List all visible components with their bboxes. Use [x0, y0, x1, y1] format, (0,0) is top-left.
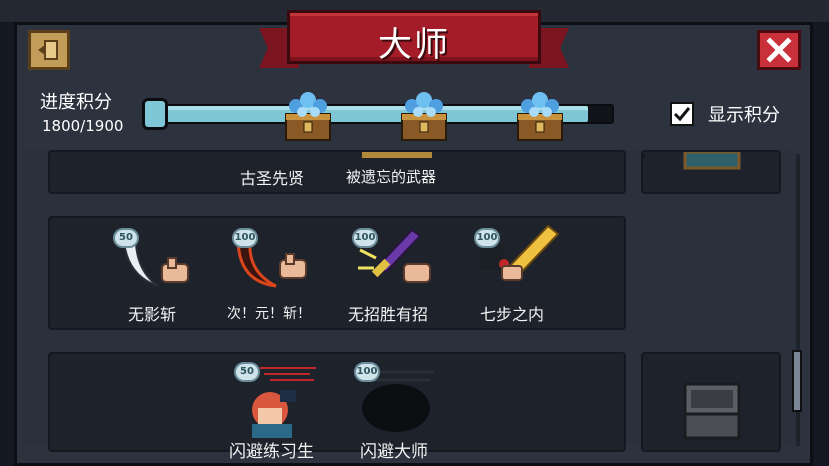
achievement-name: 闪避练习生 — [229, 442, 314, 462]
points-badge: 50 — [234, 362, 260, 382]
close-button[interactable] — [757, 30, 801, 70]
points-badge: 100 — [232, 228, 258, 248]
ribbon-body: 大师 — [287, 10, 541, 65]
exit-button[interactable] — [28, 30, 70, 70]
points-badge: 50 — [113, 228, 139, 248]
achievement-name: 无影斩 — [128, 305, 177, 324]
page-title: 大师 — [378, 25, 450, 65]
locked-chest-icon[interactable] — [683, 380, 743, 440]
gem-chest-icon[interactable] — [398, 86, 450, 144]
progress-label: 进度积分 — [40, 92, 112, 113]
achievement-name: 次！元！斩！ — [227, 306, 311, 322]
background-right-edge — [813, 22, 829, 466]
achievement-row — [48, 150, 626, 194]
show-points-label[interactable]: 显示积分 — [708, 101, 780, 127]
points-badge: 100 — [352, 228, 378, 248]
achievement-name: 闪避大师 — [360, 442, 428, 462]
points-badge: 100 — [354, 362, 380, 382]
achievement-name: 古圣先贤 — [240, 169, 305, 188]
progress-value: 1800/1900 — [42, 117, 124, 135]
row-reward-box — [641, 150, 781, 194]
background-left-edge — [0, 22, 14, 466]
achievement-row — [48, 352, 626, 452]
show-points-checkbox[interactable] — [670, 102, 694, 126]
row-reward-box — [641, 352, 781, 452]
title-ribbon: 大师 — [259, 10, 569, 68]
exit-door-icon — [38, 40, 58, 60]
placeholder — [641, 154, 645, 158]
achievement-name: 无招胜有招 — [348, 305, 429, 324]
achievement-name: 被遗忘的武器 — [346, 168, 437, 186]
checkmark-icon — [673, 107, 691, 122]
reward-chest-icon[interactable] — [683, 152, 743, 172]
gem-chest-icon[interactable] — [282, 86, 334, 144]
close-x-icon — [766, 37, 792, 63]
ancient-weapon-icon — [362, 152, 432, 158]
scrollbar-thumb[interactable] — [792, 350, 802, 412]
achievement-name: 七步之内 — [480, 305, 545, 324]
gem-chest-icon[interactable] — [514, 86, 566, 144]
points-badge: 100 — [474, 228, 500, 248]
progress-bar-start-cap — [142, 98, 168, 130]
